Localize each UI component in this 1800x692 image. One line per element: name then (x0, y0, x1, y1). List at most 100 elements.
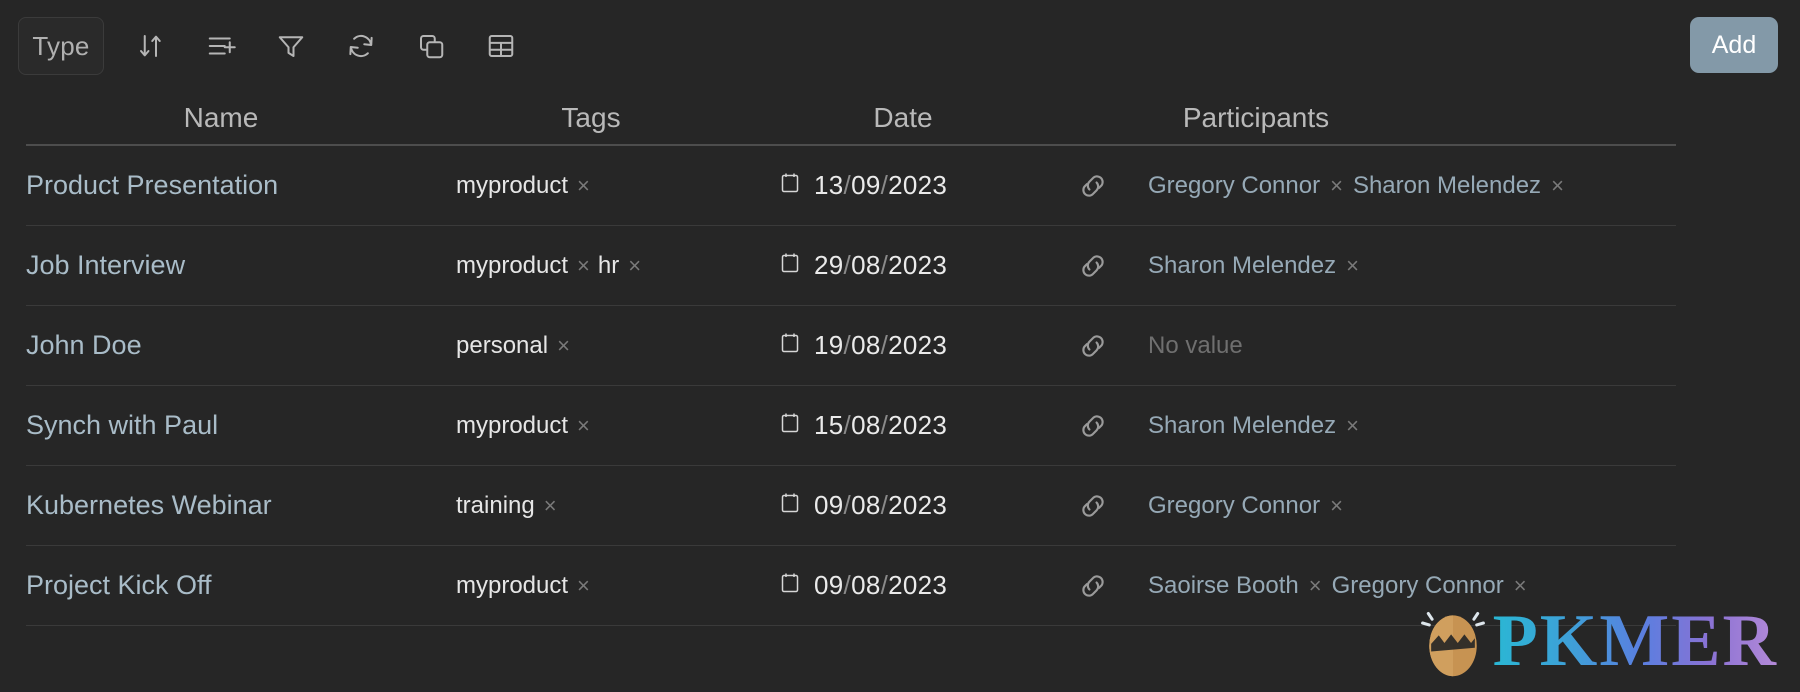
date-value[interactable]: 09/08/2023 (814, 490, 947, 521)
remove-participant-icon[interactable]: × (1514, 574, 1527, 597)
add-button-label: Add (1711, 30, 1757, 59)
table-row[interactable]: Job Interview myproduct × hr × 29/08/2023 Shar… (26, 226, 1676, 306)
remove-tag-icon[interactable]: × (577, 574, 590, 597)
type-button[interactable]: Type (18, 17, 104, 75)
table-row[interactable]: Product Presentation myproduct × 13/09/2023… (26, 146, 1676, 226)
tag-label[interactable]: myproduct (456, 172, 568, 200)
tag-chip[interactable]: myproduct × (456, 412, 590, 440)
table-row[interactable]: Kubernetes Webinar training × 09/08/2023 Gre… (26, 466, 1676, 546)
table-row[interactable]: Project Kick Off myproduct × 09/08/2023 Saoi… (26, 546, 1676, 626)
participant-label[interactable]: Gregory Connor (1332, 572, 1504, 600)
tag-label[interactable]: myproduct (456, 252, 568, 280)
table-row[interactable]: Synch with Paul myproduct × 15/08/2023 Sharo… (26, 386, 1676, 466)
remove-tag-icon[interactable]: × (557, 334, 570, 357)
date-value[interactable]: 15/08/2023 (814, 410, 947, 441)
row-name-link[interactable]: Job Interview (26, 250, 446, 281)
participant-label[interactable]: Sharon Melendez (1148, 252, 1336, 280)
tag-label[interactable]: myproduct (456, 412, 568, 440)
filter-icon[interactable] (274, 29, 308, 63)
row-tags-cell[interactable]: personal × (446, 332, 756, 360)
participant-label[interactable]: Sharon Melendez (1353, 172, 1541, 200)
add-row-icon[interactable] (204, 29, 238, 63)
tag-chip[interactable]: personal × (456, 332, 570, 360)
column-header-name[interactable]: Name (26, 102, 446, 134)
row-participants-cell[interactable]: Sharon Melendez × (1076, 249, 1676, 283)
remove-participant-icon[interactable]: × (1346, 254, 1359, 277)
no-value-placeholder[interactable]: No value (1148, 332, 1243, 360)
row-name-link[interactable]: Project Kick Off (26, 570, 446, 601)
remove-participant-icon[interactable]: × (1551, 174, 1564, 197)
participant-label[interactable]: Saoirse Booth (1148, 572, 1299, 600)
table-header-row: Name Tags Date Participants (26, 92, 1676, 146)
participant-chip[interactable]: Gregory Connor × (1148, 492, 1343, 520)
link-icon[interactable] (1076, 329, 1110, 363)
row-name-link[interactable]: Kubernetes Webinar (26, 490, 446, 521)
participant-chip[interactable]: Sharon Melendez × (1353, 172, 1564, 200)
add-button[interactable]: Add (1690, 17, 1778, 73)
column-header-date[interactable]: Date (756, 102, 1076, 134)
row-date-cell[interactable]: 09/08/2023 (756, 570, 1076, 601)
tag-chip[interactable]: myproduct × (456, 252, 590, 280)
sort-icon[interactable] (134, 29, 168, 63)
row-tags-cell[interactable]: training × (446, 492, 756, 520)
participant-label[interactable]: Gregory Connor (1148, 492, 1320, 520)
refresh-icon[interactable] (344, 29, 378, 63)
tag-label[interactable]: personal (456, 332, 548, 360)
remove-tag-icon[interactable]: × (628, 254, 641, 277)
row-tags-cell[interactable]: myproduct × hr × (446, 252, 756, 280)
copy-icon[interactable] (414, 29, 448, 63)
remove-participant-icon[interactable]: × (1309, 574, 1322, 597)
row-date-cell[interactable]: 15/08/2023 (756, 410, 1076, 441)
participant-chip[interactable]: Sharon Melendez × (1148, 252, 1359, 280)
row-name-link[interactable]: Synch with Paul (26, 410, 446, 441)
participant-chip[interactable]: Gregory Connor × (1332, 572, 1527, 600)
link-icon[interactable] (1076, 489, 1110, 523)
column-header-tags[interactable]: Tags (446, 102, 756, 134)
tag-chip[interactable]: myproduct × (456, 572, 590, 600)
link-icon[interactable] (1076, 169, 1110, 203)
row-participants-cell[interactable]: Saoirse Booth × Gregory Connor × (1076, 569, 1676, 603)
participant-label[interactable]: Gregory Connor (1148, 172, 1320, 200)
row-tags-cell[interactable]: myproduct × (446, 172, 756, 200)
link-icon[interactable] (1076, 569, 1110, 603)
remove-participant-icon[interactable]: × (1330, 174, 1343, 197)
tag-label[interactable]: myproduct (456, 572, 568, 600)
tag-chip[interactable]: hr × (598, 252, 641, 280)
tag-chip[interactable]: training × (456, 492, 557, 520)
row-tags-cell[interactable]: myproduct × (446, 412, 756, 440)
row-date-cell[interactable]: 29/08/2023 (756, 250, 1076, 281)
tag-label[interactable]: training (456, 492, 535, 520)
row-date-cell[interactable]: 19/08/2023 (756, 330, 1076, 361)
participant-chip[interactable]: Gregory Connor × (1148, 172, 1343, 200)
date-value[interactable]: 29/08/2023 (814, 250, 947, 281)
row-name-link[interactable]: Product Presentation (26, 170, 446, 201)
tag-chip[interactable]: myproduct × (456, 172, 590, 200)
participant-chip[interactable]: Sharon Melendez × (1148, 412, 1359, 440)
remove-participant-icon[interactable]: × (1330, 494, 1343, 517)
remove-tag-icon[interactable]: × (544, 494, 557, 517)
row-participants-cell[interactable]: Gregory Connor × (1076, 489, 1676, 523)
date-value[interactable]: 19/08/2023 (814, 330, 947, 361)
remove-tag-icon[interactable]: × (577, 414, 590, 437)
date-value[interactable]: 13/09/2023 (814, 170, 947, 201)
remove-tag-icon[interactable]: × (577, 174, 590, 197)
date-value[interactable]: 09/08/2023 (814, 570, 947, 601)
row-date-cell[interactable]: 09/08/2023 (756, 490, 1076, 521)
row-participants-cell[interactable]: Sharon Melendez × (1076, 409, 1676, 443)
row-participants-cell[interactable]: No value (1076, 329, 1676, 363)
tag-label[interactable]: hr (598, 252, 619, 280)
participant-label[interactable]: Sharon Melendez (1148, 412, 1336, 440)
row-name-link[interactable]: John Doe (26, 330, 446, 361)
link-icon[interactable] (1076, 249, 1110, 283)
row-tags-cell[interactable]: myproduct × (446, 572, 756, 600)
remove-participant-icon[interactable]: × (1346, 414, 1359, 437)
table-row[interactable]: John Doe personal × 19/08/2023 No value (26, 306, 1676, 386)
calendar-icon (780, 412, 800, 439)
row-date-cell[interactable]: 13/09/2023 (756, 170, 1076, 201)
link-icon[interactable] (1076, 409, 1110, 443)
row-participants-cell[interactable]: Gregory Connor × Sharon Melendez × (1076, 169, 1676, 203)
column-header-participants[interactable]: Participants (1076, 102, 1676, 134)
participant-chip[interactable]: Saoirse Booth × (1148, 572, 1322, 600)
table-icon[interactable] (484, 29, 518, 63)
remove-tag-icon[interactable]: × (577, 254, 590, 277)
